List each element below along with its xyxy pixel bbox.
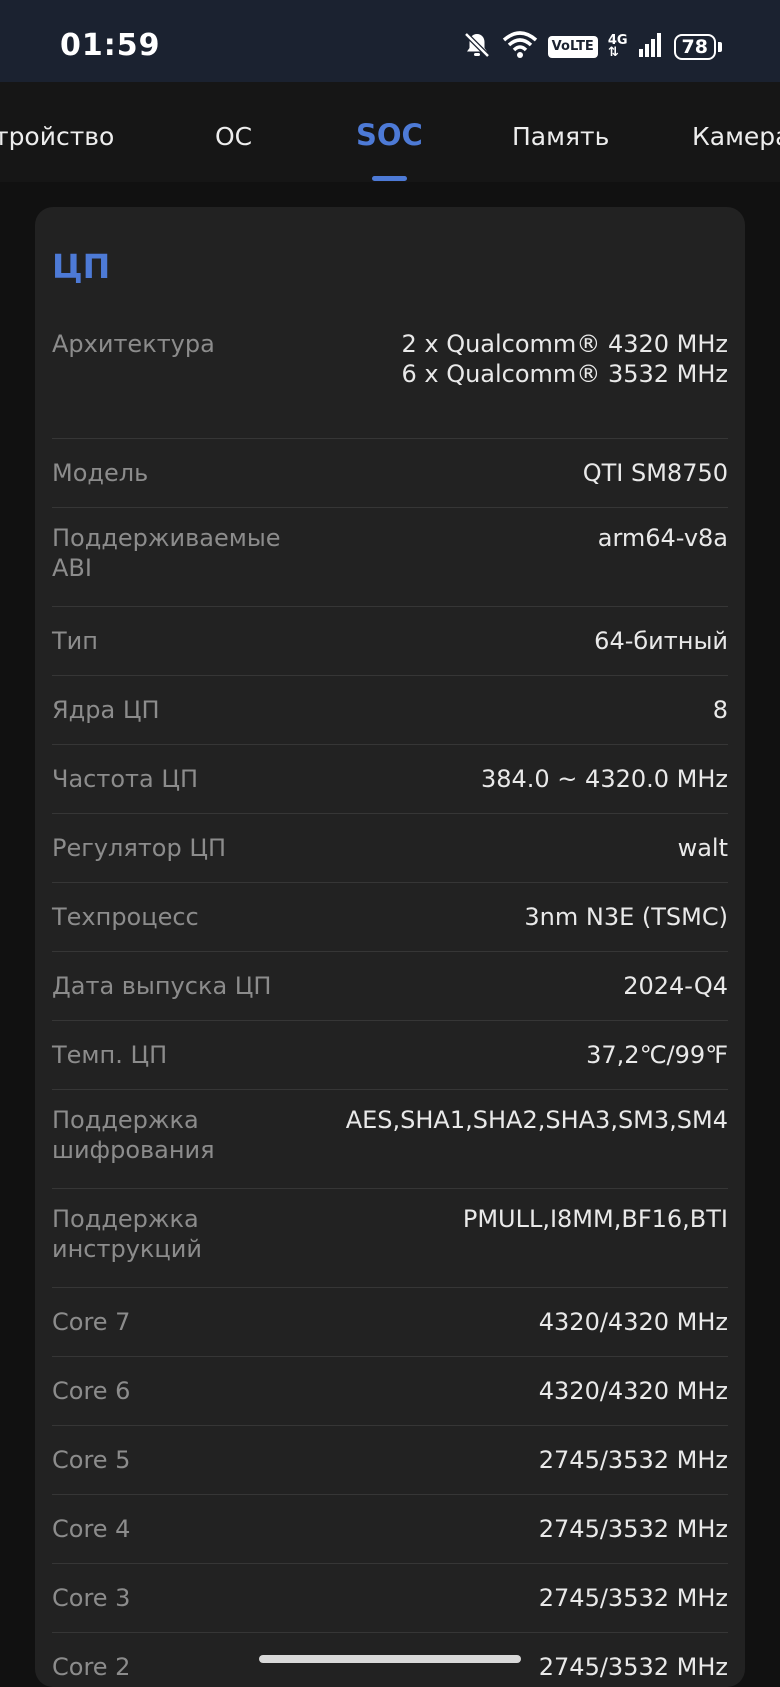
row-value: QTI SM8750 [582,459,728,487]
tab-memory[interactable]: Память [512,122,609,151]
tab-camera[interactable]: Камера [692,122,780,151]
info-row-architecture: Архитектура 2 x Qualcomm® 4320 MHz 6 x Q… [52,309,728,439]
tab-bar: тройство ОС SOC Память Камера [0,82,780,182]
info-row: Регулятор ЦП walt [52,814,728,883]
info-row: Техпроцесс 3nm N3E (TSMC) [52,883,728,952]
cpu-info-card: ЦП Архитектура 2 x Qualcomm® 4320 MHz 6 … [35,207,745,1687]
info-row: Core 3 2745/3532 MHz [52,1564,728,1633]
row-label: Поддерживаемые ABI [52,524,281,582]
row-value: 2745/3532 MHz [538,1653,728,1681]
info-row: Core 4 2745/3532 MHz [52,1495,728,1564]
status-time: 01:59 [60,28,161,63]
wifi-icon [502,30,538,64]
battery-level: 78 [673,34,716,60]
info-row: Модель QTI SM8750 [52,439,728,508]
row-value: 64-битный [594,627,728,655]
muted-bell-icon [462,30,492,64]
info-row: Поддерживаемые ABI arm64-v8a [52,508,728,607]
row-value: AES,SHA1,SHA2,SHA3,SM3,SM4 [345,1106,728,1134]
row-label: Модель [52,459,149,487]
status-icons: VoLTE 4G ⇅ 78 [462,30,722,64]
row-label: Регулятор ЦП [52,834,227,862]
info-row: Core 5 2745/3532 MHz [52,1426,728,1495]
row-value: 2 x Qualcomm® 4320 MHz 6 x Qualcomm® 353… [401,330,728,388]
active-tab-indicator [372,176,407,181]
row-label: Поддержка шифрования [52,1106,215,1164]
info-row: Темп. ЦП 37,2℃/99℉ [52,1021,728,1090]
row-value: 3nm N3E (TSMC) [524,903,728,931]
row-value: 37,2℃/99℉ [586,1041,728,1069]
tab-os[interactable]: ОС [215,122,252,151]
row-label: Тип [52,627,98,655]
gesture-navigation-bar[interactable] [259,1655,521,1663]
info-row: Поддержка шифрования AES,SHA1,SHA2,SHA3,… [52,1090,728,1189]
info-row: Частота ЦП 384.0 ~ 4320.0 MHz [52,745,728,814]
battery-icon: 78 [673,34,722,60]
volte-badge: VoLTE [547,36,598,58]
info-row: Дата выпуска ЦП 2024-Q4 [52,952,728,1021]
row-value: arm64-v8a [597,524,728,552]
row-label: Core 4 [52,1515,131,1543]
info-row: Core 7 4320/4320 MHz [52,1288,728,1357]
row-value: 4320/4320 MHz [538,1308,728,1336]
info-row: Тип 64-битный [52,607,728,676]
row-value: 4320/4320 MHz [538,1377,728,1405]
status-bar: 01:59 VoLTE 4G ⇅ 78 [0,0,780,82]
row-value: PMULL,I8MM,BF16,BTI [462,1205,728,1233]
row-label: Дата выпуска ЦП [52,972,272,1000]
row-value: 2745/3532 MHz [538,1515,728,1543]
row-label: Архитектура [52,330,215,358]
row-label: Поддержка инструкций [52,1205,202,1263]
row-value: 2024-Q4 [623,972,728,1000]
row-label: Ядра ЦП [52,696,160,724]
info-row: Core 6 4320/4320 MHz [52,1357,728,1426]
row-label: Темп. ЦП [52,1041,168,1069]
row-label: Core 3 [52,1584,131,1612]
row-label: Core 5 [52,1446,131,1474]
row-label: Core 7 [52,1308,131,1336]
info-row: Поддержка инструкций PMULL,I8MM,BF16,BTI [52,1189,728,1288]
row-value: 2745/3532 MHz [538,1446,728,1474]
row-label: Core 6 [52,1377,131,1405]
row-label: Core 2 [52,1653,131,1681]
row-label: Частота ЦП [52,765,199,793]
cpu-info-list: Архитектура 2 x Qualcomm® 4320 MHz 6 x Q… [52,309,728,1687]
row-value: walt [677,834,728,862]
row-value: 2745/3532 MHz [538,1584,728,1612]
signal-icon [638,32,664,62]
row-label: Техпроцесс [52,903,199,931]
section-title: ЦП [52,247,111,286]
network-type: 4G ⇅ [607,33,628,60]
row-value: 384.0 ~ 4320.0 MHz [480,765,728,793]
row-value: 8 [712,696,728,724]
info-row: Ядра ЦП 8 [52,676,728,745]
tab-soc[interactable]: SOC [356,118,423,152]
tab-device[interactable]: тройство [0,122,114,151]
